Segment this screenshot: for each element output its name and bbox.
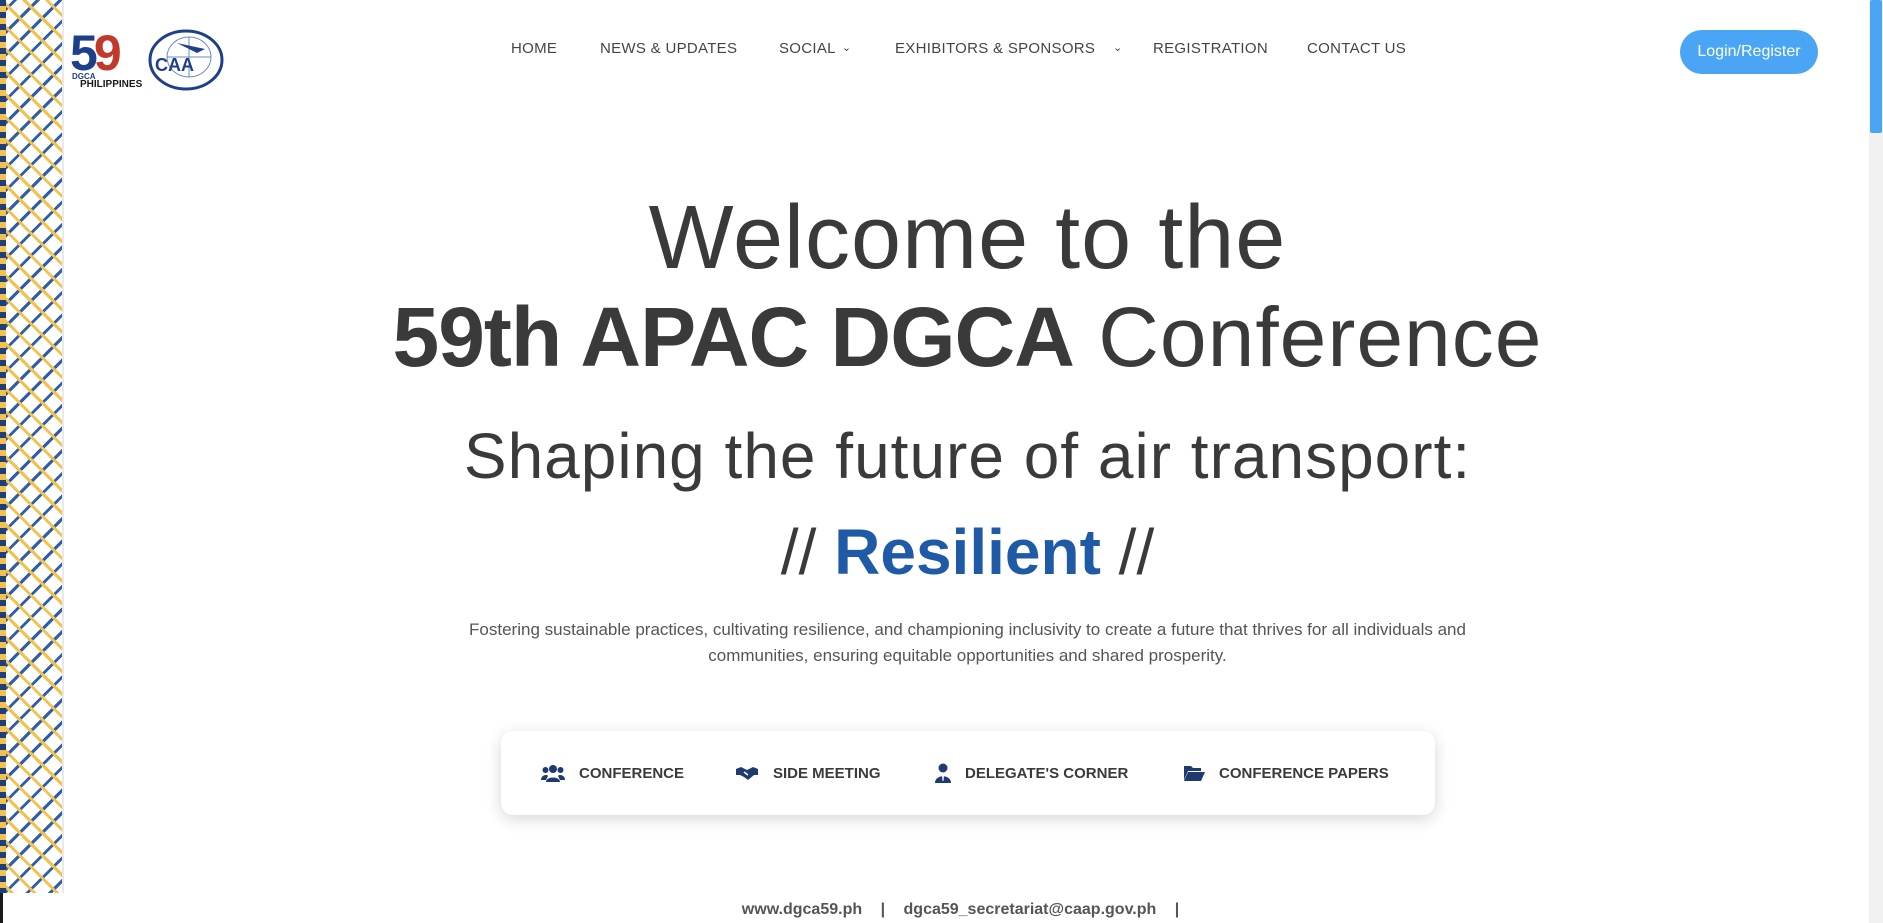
nav-social[interactable]: SOCIAL ⌄ [779,40,851,57]
scrollbar-thumb[interactable] [1870,0,1882,133]
nav-registration[interactable]: REGISTRATION [1153,40,1268,57]
tab-side-meeting-label: SIDE MEETING [773,764,881,782]
hero-description: Fostering sustainable practices, cultiva… [469,620,1466,665]
hero-title-conference: Conference [1098,290,1543,384]
logo-text-bottom: PHILIPPINES [80,79,143,90]
footer-email-link[interactable]: dgca59_secretariat@caap.gov.ph [904,901,1157,918]
tagline-resilient: Resilient [834,516,1101,588]
footer-separator: | [1174,901,1180,918]
quick-links-card: CONFERENCE SIDE MEETING DELEGATE'S CORNE… [501,731,1435,815]
chevron-down-icon: ⌄ [841,42,852,54]
users-icon [541,765,565,782]
hero-tagline: // Resilient // [0,514,1883,590]
nav-home[interactable]: HOME [511,40,557,57]
tagline-slashes-right: // [1118,516,1155,588]
folder-open-icon [1184,766,1205,781]
footer-contact: www.dgca59.ph | dgca59_secretariat@caap.… [0,901,1883,919]
tab-side-meeting[interactable]: SIDE MEETING [735,762,881,784]
hero-title-line2: 59th APAC DGCA Conference [0,287,1883,387]
hero-title-line1: Welcome to the [648,188,1287,288]
tagline-slashes-left: // [780,516,817,588]
tab-conference-label: CONFERENCE [579,764,685,782]
chevron-down-icon[interactable]: ⌄ [1113,41,1122,54]
footer-website-link[interactable]: www.dgca59.ph [742,901,862,918]
tab-conference-papers-label: CONFERENCE PAPERS [1219,764,1389,782]
tab-delegates-corner[interactable]: DELEGATE'S CORNER [935,762,1128,784]
footer-separator: | [880,901,886,918]
handshake-icon [736,767,758,780]
tab-delegates-corner-label: DELEGATE'S CORNER [965,764,1129,782]
tab-conference[interactable]: CONFERENCE [541,762,684,784]
login-register-button[interactable]: Login/Register [1680,30,1818,74]
nav-contact-us[interactable]: CONTACT US [1307,40,1406,57]
main-nav: HOME NEWS & UPDATES SOCIAL ⌄ EXHIBITORS &… [0,40,1883,62]
hero-title-event: 59th APAC DGCA [392,290,1074,384]
nav-exhibitors-sponsors[interactable]: EXHIBITORS & SPONSORS [895,40,1095,57]
nav-social-label: SOCIAL [779,40,836,57]
nav-news-updates[interactable]: NEWS & UPDATES [600,40,737,57]
tab-conference-papers[interactable]: CONFERENCE PAPERS [1183,762,1389,784]
person-icon [935,763,951,783]
hero-subtitle: Shaping the future of air transport: [463,420,1472,492]
